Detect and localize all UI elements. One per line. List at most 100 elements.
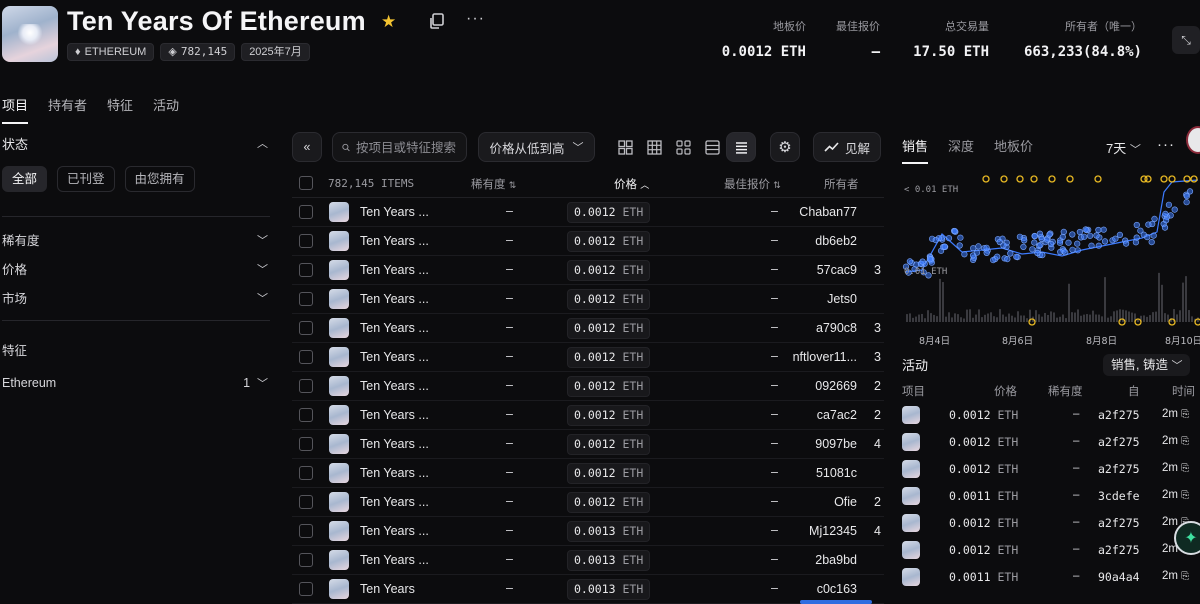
item-name[interactable]: Ten Years ... — [360, 379, 429, 393]
activity-from[interactable]: a2f275 — [1098, 435, 1140, 449]
table-view-icon[interactable] — [726, 132, 756, 162]
item-owner[interactable]: 092669 — [815, 379, 857, 393]
tab-holders[interactable]: 持有者 — [48, 95, 87, 124]
activity-row[interactable]: 0.0011 ETH – 90a4a4 2m ⎘ — [902, 568, 1200, 595]
table-row[interactable]: Ten Years ... – 0.0012 ETH – Chaban77 — [292, 198, 884, 227]
star-icon[interactable]: ★ — [381, 12, 396, 32]
tab-depth[interactable]: 深度 — [948, 136, 974, 164]
status-owned-pill[interactable]: 由您拥有 — [124, 166, 195, 192]
activity-filter-dropdown[interactable]: 销售, 铸造 ﹀ — [1103, 354, 1191, 376]
activity-row[interactable]: 0.0012 ETH–a2f2752m ⎘ — [902, 433, 1200, 460]
row-checkbox[interactable] — [299, 292, 313, 306]
row-checkbox[interactable] — [299, 234, 313, 248]
expand-icon[interactable]: ⤡ — [1172, 26, 1200, 54]
table-row[interactable]: Ten Years ... – 0.0012 ETH – ca7ac2 2 — [292, 401, 884, 430]
row-checkbox[interactable] — [299, 205, 313, 219]
status-section-header[interactable]: 状态 ︿ — [0, 128, 272, 158]
more-options-icon[interactable]: ··· — [466, 10, 485, 28]
item-name[interactable]: Ten Years ... — [360, 292, 429, 306]
best-offer-column-header[interactable]: 最佳报价 ⇅ — [724, 176, 781, 192]
row-checkbox[interactable] — [299, 524, 313, 538]
collapse-sidebar-button[interactable]: « — [292, 132, 322, 162]
activity-row[interactable]: 0.0011 ETH – 3cdefe 2m ⎘ — [902, 487, 1200, 514]
row-checkbox[interactable] — [299, 495, 313, 509]
table-row[interactable]: Ten Years ... – 0.0012 ETH – 51081c — [292, 459, 884, 488]
activity-from[interactable]: a2f275 — [1098, 516, 1140, 530]
item-owner[interactable]: c0c163 — [817, 582, 857, 596]
list-view-icon[interactable] — [702, 137, 722, 157]
item-name[interactable]: Ten Years ... — [360, 495, 429, 509]
tab-activity[interactable]: 活动 — [153, 95, 179, 124]
ai-assistant-button[interactable]: ✦ — [1174, 521, 1200, 555]
item-name[interactable]: Ten Years ... — [360, 524, 429, 538]
activity-from[interactable]: a2f275 — [1098, 543, 1140, 557]
status-listed-pill[interactable]: 已刊登 — [57, 166, 115, 192]
select-all-checkbox[interactable] — [299, 176, 313, 190]
item-owner[interactable]: ca7ac2 — [817, 408, 857, 422]
table-row[interactable]: Ten Years ... – 0.0012 ETH – 092669 2 — [292, 372, 884, 401]
table-row[interactable]: Ten Years ... – 0.0012 ETH – 9097be 4 — [292, 430, 884, 459]
row-checkbox[interactable] — [299, 350, 313, 364]
item-owner[interactable]: Ofie — [834, 495, 857, 509]
status-all-pill[interactable]: 全部 — [2, 166, 48, 192]
item-name[interactable]: Ten Years ... — [360, 437, 429, 451]
item-name[interactable]: Ten Years ... — [360, 321, 429, 335]
table-row[interactable]: Ten Years ... – 0.0012 ETH – nftlover11... 3 — [292, 343, 884, 372]
tab-sales[interactable]: 销售 — [902, 136, 929, 164]
sort-dropdown[interactable]: 价格从低到高 ﹀ — [478, 132, 595, 162]
item-name[interactable]: Ten Years ... — [360, 234, 429, 248]
insights-button[interactable]: 见解 — [813, 132, 881, 162]
row-checkbox[interactable] — [299, 379, 313, 393]
row-checkbox[interactable] — [299, 466, 313, 480]
item-name[interactable]: Ten Years ... — [360, 466, 429, 480]
activity-from[interactable]: a2f275 — [1098, 462, 1140, 476]
tab-floor-price[interactable]: 地板价 — [994, 136, 1033, 164]
filter-price[interactable]: 价格 ﹀ — [0, 254, 272, 283]
item-name[interactable]: Ten Years — [360, 582, 415, 596]
table-row[interactable]: Ten Years ... – 0.0012 ETH – 57cac9 3 — [292, 256, 884, 285]
item-owner[interactable]: Chaban77 — [799, 205, 857, 219]
item-owner[interactable]: Jets0 — [827, 292, 857, 306]
activity-row[interactable]: 0.0012 ETH–a2f2752m ⎘ — [902, 406, 1200, 433]
filter-rarity[interactable]: 稀有度 ﹀ — [0, 225, 272, 254]
tab-items[interactable]: 项目 — [2, 95, 29, 124]
item-name[interactable]: Ten Years ... — [360, 350, 429, 364]
item-owner[interactable]: nftlover11... — [793, 350, 857, 364]
grid-large-view-icon[interactable] — [615, 137, 635, 157]
item-owner[interactable]: 9097be — [815, 437, 857, 451]
rarity-column-header[interactable]: 稀有度 ⇅ — [471, 176, 516, 192]
row-checkbox[interactable] — [299, 553, 313, 567]
activity-row[interactable]: 0.0012 ETH–a2f2752m ⎘ — [902, 514, 1200, 541]
search-box[interactable] — [332, 132, 467, 162]
item-owner[interactable]: Mj12345 — [809, 524, 857, 538]
tab-traits[interactable]: 特征 — [107, 95, 133, 124]
item-owner[interactable]: 2ba9bd — [815, 553, 857, 567]
item-owner[interactable]: 51081c — [816, 466, 857, 480]
chain-chip[interactable]: ♦ ETHEREUM — [67, 43, 155, 61]
range-dropdown[interactable]: 7天 ﹀ — [1106, 138, 1141, 157]
table-row[interactable]: Ten Years ... – 0.0012 ETH – Jets0 — [292, 285, 884, 314]
row-checkbox[interactable] — [299, 263, 313, 277]
activity-from[interactable]: 90a4a4 — [1098, 570, 1140, 584]
copy-icon[interactable] — [428, 12, 446, 30]
grid-small-view-icon[interactable] — [673, 137, 693, 157]
activity-from[interactable]: 3cdefe — [1098, 489, 1140, 503]
trait-ethereum[interactable]: Ethereum 1 ﹀ — [0, 368, 272, 397]
table-row[interactable]: Ten Years ... – 0.0012 ETH – Ofie 2 — [292, 488, 884, 517]
item-owner[interactable]: db6eb2 — [815, 234, 857, 248]
table-row[interactable]: Ten Years – 0.0013 ETH – c0c163 — [292, 575, 884, 604]
item-name[interactable]: Ten Years ... — [360, 263, 429, 277]
table-row[interactable]: Ten Years ... – 0.0012 ETH – a790c8 3 — [292, 314, 884, 343]
grid-medium-view-icon[interactable] — [644, 137, 664, 157]
table-row[interactable]: Ten Years ... – 0.0013 ETH – Mj12345 4 — [292, 517, 884, 546]
row-checkbox[interactable] — [299, 582, 313, 596]
row-checkbox[interactable] — [299, 321, 313, 335]
table-row[interactable]: Ten Years ... – 0.0012 ETH – db6eb2 — [292, 227, 884, 256]
item-owner[interactable]: a790c8 — [816, 321, 857, 335]
avatar[interactable] — [1186, 126, 1200, 154]
item-name[interactable]: Ten Years ... — [360, 553, 429, 567]
activity-row[interactable]: 0.0012 ETH–a2f2752m ⎘ — [902, 541, 1200, 568]
item-owner[interactable]: 57cac9 — [817, 263, 857, 277]
search-input[interactable] — [356, 139, 466, 155]
table-row[interactable]: Ten Years ... – 0.0013 ETH – 2ba9bd — [292, 546, 884, 575]
